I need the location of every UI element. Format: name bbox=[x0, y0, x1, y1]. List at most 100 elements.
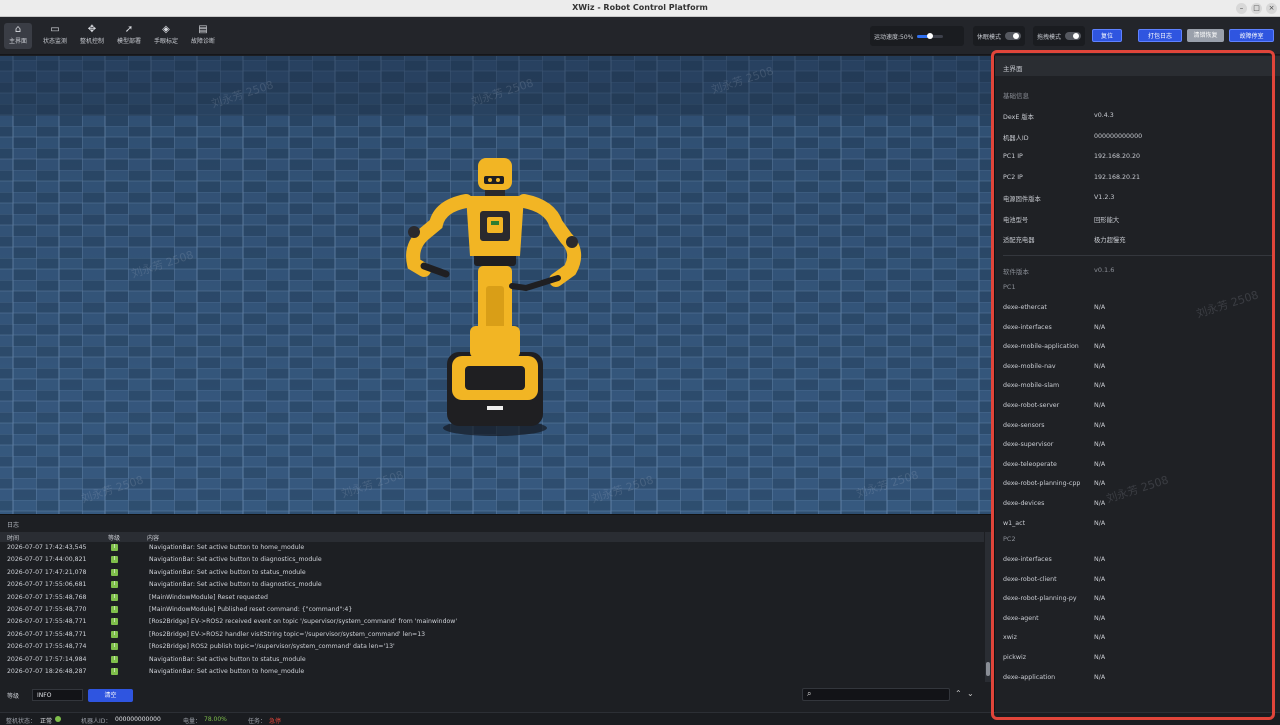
log-scrollbar-thumb[interactable] bbox=[986, 662, 990, 676]
log-time: 2026-07-07 17:44:00,821 bbox=[7, 556, 87, 564]
log-row[interactable]: 2026-07-07 17:55:48,768 I [MainWindowModul… bbox=[0, 592, 984, 604]
log-level-badge: I bbox=[111, 581, 118, 589]
log-message: NavigationBar: Set active button to stat… bbox=[149, 568, 306, 576]
log-row[interactable]: 2026-07-07 17:55:48,770 I [MainWindowModul… bbox=[0, 604, 984, 616]
machine-state-value: 正常 bbox=[40, 718, 53, 725]
sleep-mode-label: 休眠模式 bbox=[977, 33, 1002, 41]
log-table-header: 时间 等级 内容 bbox=[0, 532, 984, 542]
rocket-icon: ➚ bbox=[124, 24, 134, 35]
log-message: [Ros2Bridge] EV->ROS2 received event on … bbox=[149, 618, 458, 626]
nav-calibration[interactable]: ◈ 手眼标定 bbox=[152, 23, 180, 49]
log-time: 2026-07-07 17:55:48,774 bbox=[7, 643, 87, 651]
drag-mode-toggle[interactable] bbox=[1065, 32, 1081, 40]
log-level-badge: I bbox=[111, 544, 118, 551]
log-level-badge: I bbox=[111, 643, 118, 651]
log-col-level: 等级 bbox=[108, 535, 121, 542]
nav-diagnostics-label: 故障诊断 bbox=[190, 38, 215, 45]
log-col-message: 内容 bbox=[147, 535, 160, 542]
log-row[interactable]: 2026-07-07 17:47:21,078 I NavigationBar: S… bbox=[0, 567, 984, 579]
log-time: 2026-07-07 18:26:48,287 bbox=[7, 667, 87, 675]
title-bar: XWiz - Robot Control Platform – □ × bbox=[0, 0, 1280, 17]
speed-slider[interactable] bbox=[917, 32, 944, 39]
nav-status[interactable]: ▭ 状态监测 bbox=[41, 23, 69, 49]
log-time: 2026-07-07 17:55:06,681 bbox=[7, 581, 87, 589]
log-row[interactable]: 2026-07-07 17:55:48,774 I [Ros2Bridge] ROS… bbox=[0, 641, 984, 653]
clear-fault-button[interactable]: 清错恢复 bbox=[1187, 29, 1224, 42]
log-row[interactable]: 2026-07-07 17:44:00,821 I NavigationBar: S… bbox=[0, 554, 984, 566]
log-time: 2026-07-07 17:55:48,771 bbox=[7, 618, 87, 626]
robot-id-value: 000000000000 bbox=[115, 716, 161, 723]
nav-home[interactable]: ⌂ 主界面 bbox=[4, 23, 32, 49]
log-row[interactable]: 2026-07-07 17:55:48,771 I [Ros2Bridge] EV-… bbox=[0, 616, 984, 628]
home-icon: ⌂ bbox=[14, 24, 22, 35]
log-message: [Ros2Bridge] ROS2 publish topic='/superv… bbox=[149, 643, 395, 651]
close-button[interactable]: × bbox=[1266, 3, 1277, 14]
speed-label: 运动速度:50% bbox=[874, 33, 914, 41]
log-table-body[interactable]: 2026-07-07 17:42:43,545 I NavigationBar: S… bbox=[0, 542, 984, 682]
log-level-badge: I bbox=[111, 568, 118, 576]
nav-control[interactable]: ✥ 整机控制 bbox=[78, 23, 106, 49]
log-level-badge: I bbox=[111, 593, 118, 601]
speed-slider-knob[interactable] bbox=[927, 32, 934, 39]
log-search-box[interactable]: ⌕ bbox=[802, 688, 950, 701]
log-row[interactable]: 2026-07-07 17:42:43,545 I NavigationBar: S… bbox=[0, 542, 984, 554]
log-message: [MainWindowModule] Published reset comma… bbox=[149, 605, 353, 613]
search-icon: ⌕ bbox=[807, 689, 812, 698]
log-time: 2026-07-07 17:55:48,771 bbox=[7, 630, 87, 638]
minimize-button[interactable]: – bbox=[1236, 3, 1247, 14]
drag-mode-label: 拖拽模式 bbox=[1037, 33, 1062, 41]
log-time: 2026-07-07 17:55:48,768 bbox=[7, 593, 87, 601]
gamepad-icon: ✥ bbox=[87, 24, 97, 35]
log-level-badge: I bbox=[111, 655, 118, 663]
diagnostics-icon: ▤ bbox=[198, 24, 208, 35]
highlight-box bbox=[991, 50, 1275, 720]
log-level-badge: I bbox=[111, 605, 118, 613]
viewport-scene bbox=[0, 56, 992, 514]
robot-id-label: 机器人ID： bbox=[81, 718, 112, 725]
chevron-down-icon[interactable]: ⌄ bbox=[967, 689, 974, 698]
toggle-knob bbox=[1073, 33, 1079, 39]
log-message: NavigationBar: Set active button to home… bbox=[149, 544, 305, 551]
log-message: [MainWindowModule] Reset requested bbox=[149, 593, 268, 601]
log-level-badge: I bbox=[111, 618, 118, 626]
log-col-time: 时间 bbox=[7, 535, 20, 542]
task-value: 急停 bbox=[269, 718, 282, 725]
log-message: NavigationBar: Set active button to diag… bbox=[149, 581, 322, 589]
sleep-mode-control: 休眠模式 bbox=[973, 26, 1025, 46]
log-time: 2026-07-07 17:47:21,078 bbox=[7, 568, 87, 576]
log-message: NavigationBar: Set active button to diag… bbox=[149, 556, 322, 564]
robot-3d-viewport[interactable]: 刘永芳 2508 刘永芳 2508 刘永芳 2508 刘永芳 2508 刘永芳 … bbox=[0, 56, 992, 514]
log-row[interactable]: 2026-07-07 18:26:48,287 I NavigationBar: S… bbox=[0, 666, 984, 678]
nav-deploy[interactable]: ➚ 模型部署 bbox=[115, 23, 143, 49]
window-title: XWiz - Robot Control Platform bbox=[572, 3, 708, 12]
reset-button[interactable]: 复位 bbox=[1092, 29, 1122, 42]
task-label: 任务： bbox=[248, 718, 267, 725]
status-ok-dot bbox=[55, 716, 61, 722]
log-message: NavigationBar: Set active button to stat… bbox=[149, 655, 306, 663]
clear-log-button[interactable]: 清空 bbox=[88, 689, 133, 702]
log-row[interactable]: 2026-07-07 17:57:14,984 I NavigationBar: S… bbox=[0, 654, 984, 666]
log-footer: 等级 INFO 清空 ⌕ ⌃ ⌄ bbox=[0, 687, 992, 703]
sleep-mode-toggle[interactable] bbox=[1005, 32, 1021, 40]
log-level-badge: I bbox=[111, 667, 118, 675]
fault-stop-button[interactable]: 故障停室 bbox=[1229, 29, 1274, 42]
log-message: [Ros2Bridge] EV->ROS2 handler visitStrin… bbox=[149, 630, 426, 638]
battery-label: 电量： bbox=[183, 718, 202, 725]
drag-mode-control: 拖拽模式 bbox=[1033, 26, 1085, 46]
log-row[interactable]: 2026-07-07 17:55:06,681 I NavigationBar: S… bbox=[0, 579, 984, 591]
calibration-icon: ◈ bbox=[162, 24, 170, 35]
log-panel-title: 日志 bbox=[7, 522, 20, 529]
level-filter-select[interactable]: INFO bbox=[32, 689, 83, 701]
nav-diagnostics[interactable]: ▤ 故障诊断 bbox=[189, 23, 217, 49]
log-panel: 日志 时间 等级 内容 2026-07-07 17:42:43,545 I Navi… bbox=[0, 514, 992, 712]
level-filter-label: 等级 bbox=[7, 693, 20, 700]
machine-state-label: 整机状态： bbox=[6, 718, 37, 725]
maximize-button[interactable]: □ bbox=[1251, 3, 1262, 14]
battery-value: 78.00% bbox=[204, 716, 227, 723]
pack-log-button[interactable]: 打包日志 bbox=[1138, 29, 1182, 42]
log-level-badge: I bbox=[111, 556, 118, 564]
chevron-up-icon[interactable]: ⌃ bbox=[955, 689, 962, 698]
log-row[interactable]: 2026-07-07 17:55:48,771 I [Ros2Bridge] EV-… bbox=[0, 629, 984, 641]
log-time: 2026-07-07 17:55:48,770 bbox=[7, 605, 87, 613]
log-time: 2026-07-07 17:42:43,545 bbox=[7, 544, 87, 551]
